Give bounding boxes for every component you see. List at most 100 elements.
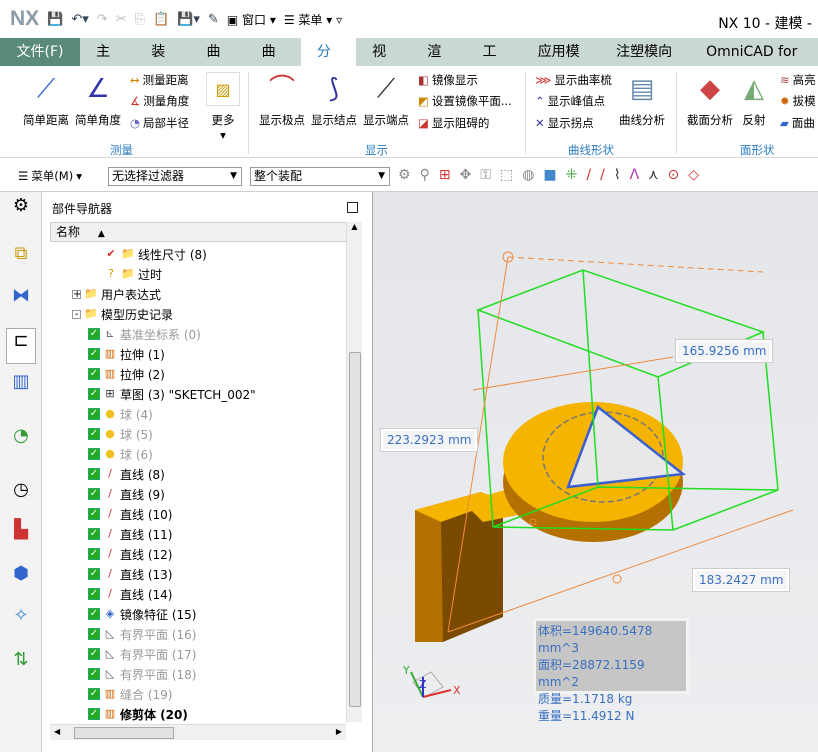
draft-button[interactable]: ✹ 拔模 [780, 93, 816, 109]
tree-node[interactable]: ✓ / 直线 (9) [88, 484, 165, 504]
system-scene-icon[interactable]: ⇅ [9, 648, 33, 672]
tree-node[interactable]: ✓ ▥ 拉伸 (1) [88, 344, 165, 364]
copy-icon[interactable]: ⎘ [135, 12, 145, 27]
mirror-display-button[interactable]: ◧ 镜像显示 [418, 72, 478, 88]
assembly-navigator-icon[interactable]: ⧉ [9, 242, 33, 266]
tangent-icon[interactable]: ⋏ [648, 167, 658, 183]
section-analysis-button[interactable]: ◆ 截面分析 [684, 68, 736, 128]
set-mirror-plane-button[interactable]: ◩ 设置镜像平面... [418, 93, 512, 109]
save-icon[interactable]: 💾 [47, 12, 63, 27]
vertical-scrollbar[interactable]: ▲ [346, 222, 362, 722]
tree-node[interactable]: ✓ ▥ 修剪体 (20) [88, 704, 188, 724]
tree-node[interactable]: ✓ ⊾ 基准坐标系 (0) [88, 324, 201, 344]
simple-angle-button[interactable]: ∠ 简单角度 [72, 68, 124, 128]
expand-icon[interactable]: + [72, 289, 81, 299]
roles-icon[interactable]: ✧ [9, 604, 33, 628]
checkbox[interactable]: ✓ [88, 708, 100, 720]
show-blocked-button[interactable]: ◪ 显示阻碍的 [418, 115, 489, 131]
process-studio-icon[interactable]: ⬢ [9, 562, 33, 586]
tab-file[interactable]: 文件(F) [0, 38, 81, 66]
checkbox[interactable]: ✓ [88, 428, 100, 440]
tree-node[interactable]: ✓ / 直线 (8) [88, 464, 165, 484]
tree-node[interactable]: ✓ / 直线 (12) [88, 544, 172, 564]
tab-applications[interactable]: 应用模块 [522, 38, 600, 88]
checkbox[interactable]: ✓ [88, 448, 100, 460]
tree-node[interactable]: ✓ ▥ 拉伸 (2) [88, 364, 165, 384]
constraint-navigator-icon[interactable]: ⧓ [9, 284, 33, 308]
scrollbar-thumb[interactable] [349, 352, 361, 707]
menu-dropdown[interactable]: ☰ 菜单(M) ▾ [18, 168, 82, 184]
tab-assembly[interactable]: 装配 [135, 38, 190, 88]
tree-node[interactable]: ✓ ● 球 (4) [88, 404, 153, 424]
touch-icon[interactable]: ✎ [208, 12, 219, 27]
tree-node[interactable]: ✓ ● 球 (6) [88, 444, 153, 464]
part-navigator-icon[interactable]: ⊏ [6, 328, 36, 364]
filter-select-icon[interactable]: ⊞ [439, 167, 451, 183]
cut-icon[interactable]: ✂ [116, 12, 127, 27]
show-poles-button[interactable]: ⌒ 显示极点 [256, 68, 308, 128]
checkbox[interactable]: ✓ [88, 388, 100, 400]
tree-node[interactable]: ? 📁 过时 [104, 264, 162, 284]
reflection-button[interactable]: ◭ 反射 [736, 68, 772, 128]
tab-curve[interactable]: 曲线 [190, 38, 245, 88]
tree-node[interactable]: ✓ / 直线 (11) [88, 524, 172, 544]
assembly-icon[interactable]: ⚿ [480, 167, 491, 183]
checkbox[interactable]: ✓ [88, 488, 100, 500]
center-icon[interactable]: ⊙ [668, 167, 680, 183]
tree-node[interactable]: ✓ ◺ 有界平面 (18) [88, 664, 196, 684]
tree-node[interactable]: + 📁 用户表达式 [72, 284, 161, 304]
save-as-icon[interactable]: 💾▾ [177, 12, 200, 27]
tab-surface[interactable]: 曲面 [246, 38, 301, 88]
tree-node[interactable]: - 📁 模型历史记录 [72, 304, 173, 324]
checkbox[interactable]: ✓ [88, 368, 100, 380]
undo-icon[interactable]: ↶▾ [71, 12, 88, 27]
filter-icon[interactable]: ⚲ [420, 167, 430, 183]
tree-node[interactable]: ✓ / 直线 (14) [88, 584, 172, 604]
checkbox[interactable]: ✓ [88, 508, 100, 520]
tree-node[interactable]: ✓ ◺ 有界平面 (16) [88, 624, 196, 644]
graphics-viewport[interactable]: X Y Z 165.9256 mm 223.2923 mm 183.2427 m… [373, 192, 818, 752]
checkbox[interactable]: ✓ [88, 628, 100, 640]
measure-angle-button[interactable]: ∡ 测量角度 [130, 93, 189, 109]
measure-distance-button[interactable]: ↔ 测量距离 [130, 72, 189, 88]
intersection-icon[interactable]: ᐱ [630, 167, 640, 183]
checkbox[interactable]: ✓ [88, 688, 100, 700]
gear-icon[interactable]: ⚙ [9, 194, 33, 218]
box-select-icon[interactable]: ⬚ [500, 167, 513, 183]
control-point-icon[interactable]: ⌇ [614, 167, 621, 183]
dimension-label[interactable]: 183.2427 mm [691, 568, 791, 592]
checkbox[interactable]: ✓ [88, 548, 100, 560]
tree-node[interactable]: ✓ / 直线 (10) [88, 504, 172, 524]
tree-node[interactable]: ✔ 📁 线性尺寸 (8) [104, 244, 206, 264]
paste-icon[interactable]: 📋 [153, 12, 169, 27]
tree-node[interactable]: ✓ ◺ 有界平面 (17) [88, 644, 196, 664]
checkbox[interactable]: ✓ [88, 608, 100, 620]
tree-node[interactable]: ✓ ▥ 缝合 (19) [88, 684, 172, 704]
tab-home[interactable]: 主页 [80, 38, 135, 88]
dimension-label[interactable]: 165.9256 mm [674, 339, 774, 363]
checkbox[interactable]: ✓ [88, 568, 100, 580]
tab-mold-wizard[interactable]: 注塑模向导 [600, 38, 690, 88]
tab-omnicad[interactable]: OmniCAD for NX [690, 38, 818, 88]
shaded-icon[interactable]: ◍ [522, 167, 534, 183]
more-button[interactable]: ▨ 更多 ▾ [203, 68, 243, 142]
quadrant-icon[interactable]: ◇ [688, 167, 699, 183]
maximize-icon[interactable] [347, 202, 358, 213]
history-icon[interactable]: ◷ [9, 478, 33, 502]
checkbox[interactable]: ✓ [88, 528, 100, 540]
checkbox[interactable]: ✓ [88, 328, 100, 340]
tree-node[interactable]: ✓ / 直线 (13) [88, 564, 172, 584]
system-materials-icon[interactable]: ▙ [9, 518, 33, 542]
cube-icon[interactable]: ■ [543, 167, 556, 183]
scrollbar-thumb[interactable] [74, 727, 174, 739]
highlight-lines-button[interactable]: ≋ 高亮 [780, 72, 816, 88]
reuse-library-icon[interactable]: ▥ [9, 370, 33, 394]
redo-icon[interactable]: ↷ [97, 12, 108, 27]
feature-icon[interactable]: ⚙ [398, 167, 411, 183]
tree-node[interactable]: ✓ ⊞ 草图 (3) "SKETCH_002" [88, 384, 256, 404]
checkbox[interactable]: ✓ [88, 408, 100, 420]
tree-node[interactable]: ✓ ◈ 镜像特征 (15) [88, 604, 196, 624]
simple-distance-button[interactable]: ⟋ 简单距离 [20, 68, 72, 128]
selection-filter-select[interactable]: 无选择过滤器 ▼ [108, 167, 242, 186]
web-browser-icon[interactable]: ◔ [9, 424, 33, 448]
